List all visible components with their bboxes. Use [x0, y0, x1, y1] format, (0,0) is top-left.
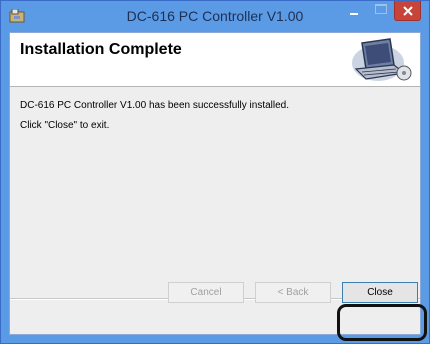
maximize-icon[interactable]: [375, 4, 387, 14]
close-icon[interactable]: [394, 1, 421, 21]
installer-window: DC-616 PC Controller V1.00 Installation …: [0, 0, 430, 344]
window-title: DC-616 PC Controller V1.00: [126, 8, 304, 24]
installer-icon: [9, 8, 25, 23]
dialog-header: Installation Complete: [10, 33, 420, 87]
exit-instruction: Click "Close" to exit.: [20, 120, 110, 131]
close-button[interactable]: Close: [342, 282, 418, 303]
close-button-highlight: [337, 304, 427, 341]
title-bar[interactable]: DC-616 PC Controller V1.00: [1, 1, 429, 32]
page-title: Installation Complete: [20, 41, 182, 58]
computer-setup-icon: [348, 37, 414, 83]
back-button[interactable]: < Back: [255, 282, 331, 303]
minimize-icon[interactable]: [346, 7, 362, 21]
cancel-button[interactable]: Cancel: [168, 282, 244, 303]
success-message: DC-616 PC Controller V1.00 has been succ…: [20, 100, 290, 111]
